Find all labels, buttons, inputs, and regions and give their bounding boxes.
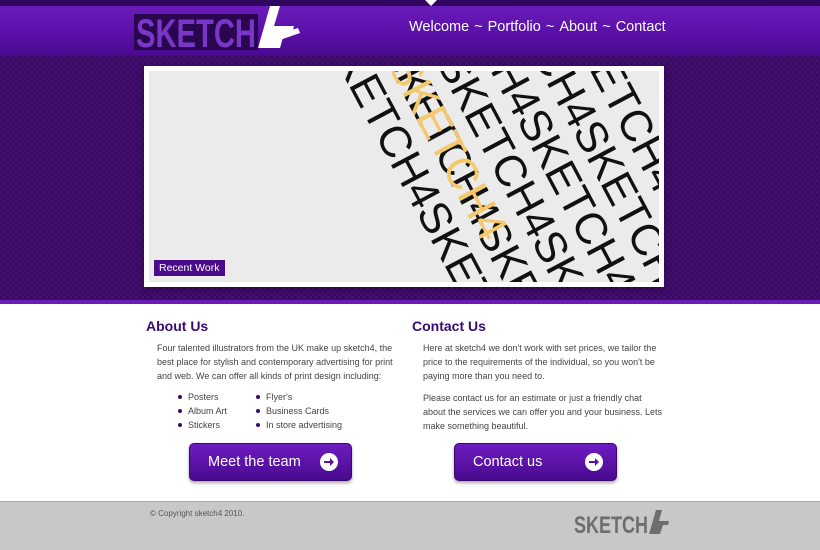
main-nav: Welcome ~ Portfolio ~ About ~ Contact — [409, 19, 666, 35]
nav-separator: ~ — [545, 19, 555, 35]
bullet-icon — [178, 422, 182, 427]
about-text: Four talented illustrators from the UK m… — [157, 343, 393, 381]
site-footer: © Copyright sketch4 2010. SKETCH — [0, 501, 820, 550]
arrow-right-icon — [585, 453, 603, 471]
hero-band: 4SKETCH4SKETCH4SK CH4SKETCH4SKETCH4 ETCH… — [0, 56, 820, 304]
sketch4-logo-icon: SKETCH — [134, 6, 300, 50]
arrow-right-icon — [320, 453, 338, 471]
nav-separator: ~ — [602, 19, 611, 35]
contact-us-label: Contact us — [473, 454, 543, 470]
footer-logo: SKETCH — [574, 508, 672, 541]
svg-text:SKETCH: SKETCH — [136, 12, 256, 50]
copyright-text: © Copyright sketch4 2010. — [150, 509, 245, 518]
contact-text-1: Here at sketch4 we don't work with set p… — [423, 343, 657, 381]
sketch4-typography-artwork: 4SKETCH4SKETCH4SK CH4SKETCH4SKETCH4 ETCH… — [300, 71, 659, 282]
bullet-icon — [256, 422, 260, 427]
services-list: Posters Flyer's Album Art Business Cards… — [146, 390, 406, 432]
site-header: SKETCH Welcome ~ Portfolio ~ About ~ Con… — [0, 0, 820, 56]
service-label: Album Art — [188, 406, 228, 416]
svg-text:SKETCH: SKETCH — [574, 512, 648, 536]
nav-welcome[interactable]: Welcome — [409, 19, 469, 35]
service-label: In store advertising — [266, 420, 343, 430]
bullet-icon — [178, 408, 182, 413]
about-section: About Us Four talented illustrators from… — [146, 318, 406, 432]
list-item: Album Art — [178, 404, 256, 418]
list-item: Posters — [178, 390, 256, 404]
header-notch — [425, 0, 437, 6]
contact-text-2: Please contact us for an estimate or jus… — [423, 393, 662, 431]
bullet-icon — [178, 394, 182, 399]
nav-portfolio[interactable]: Portfolio — [488, 19, 541, 35]
bullet-icon — [256, 408, 260, 413]
bullet-icon — [256, 394, 260, 399]
list-item: Business Cards — [256, 404, 366, 418]
service-label: Flyer's — [266, 392, 293, 402]
nav-contact[interactable]: Contact — [616, 19, 666, 35]
nav-about[interactable]: About — [559, 19, 597, 35]
sketch4-footer-logo-icon: SKETCH — [574, 510, 669, 539]
contact-heading: Contact Us — [412, 318, 486, 334]
service-label: Stickers — [188, 420, 221, 430]
nav-separator: ~ — [474, 19, 483, 35]
site-logo[interactable]: SKETCH — [134, 6, 304, 50]
meet-the-team-button[interactable]: Meet the team — [189, 443, 352, 481]
recent-work-tag[interactable]: Recent Work — [154, 260, 225, 276]
hero-image: 4SKETCH4SKETCH4SK CH4SKETCH4SKETCH4 ETCH… — [149, 71, 659, 282]
service-label: Business Cards — [266, 406, 330, 416]
list-item: In store advertising — [256, 418, 366, 432]
contact-section: Contact Us Here at sketch4 we don't work… — [412, 318, 662, 441]
hero-slideshow[interactable]: 4SKETCH4SKETCH4SK CH4SKETCH4SKETCH4 ETCH… — [144, 66, 664, 287]
contact-us-button[interactable]: Contact us — [454, 443, 617, 481]
service-label: Posters — [188, 392, 219, 402]
meet-the-team-label: Meet the team — [208, 454, 301, 470]
list-item: Flyer's — [256, 390, 366, 404]
list-item: Stickers — [178, 418, 256, 432]
about-heading: About Us — [146, 318, 209, 334]
